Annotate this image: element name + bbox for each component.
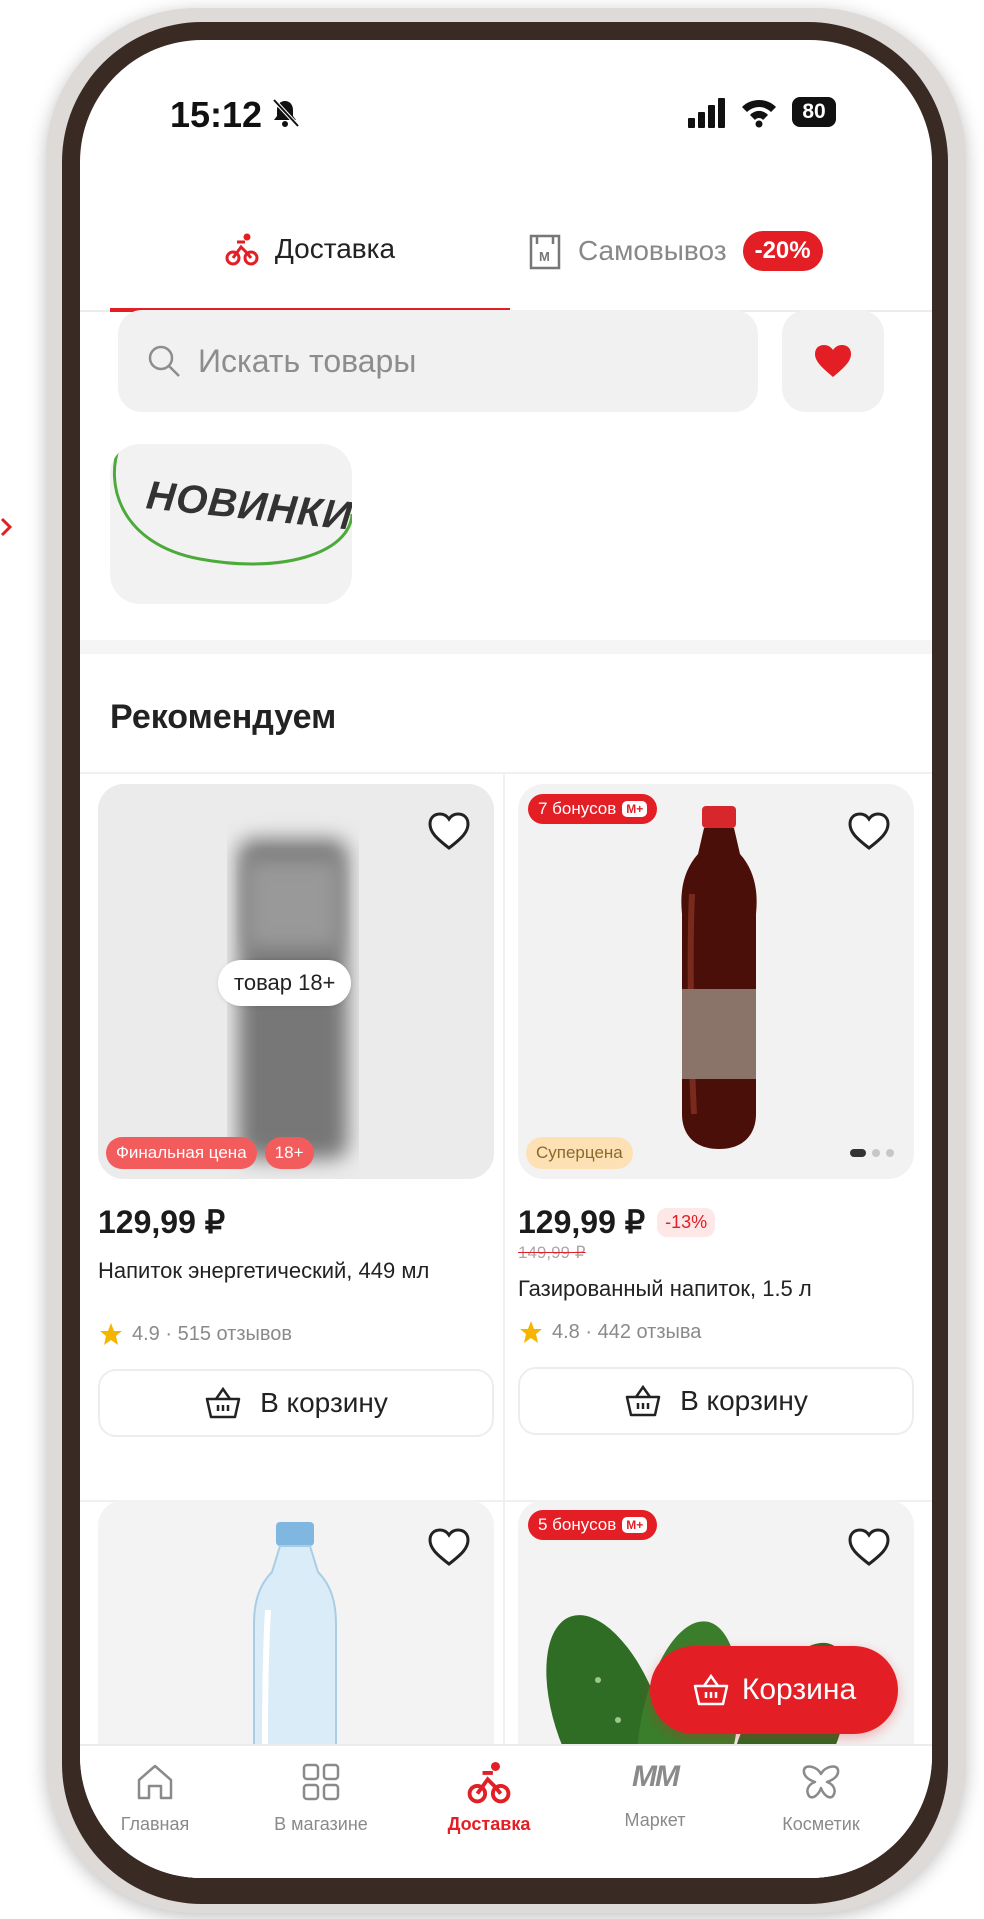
nav-delivery-label: Доставка xyxy=(447,1814,531,1834)
svg-text:M: M xyxy=(539,249,550,264)
nav-home-label: Главная xyxy=(120,1814,190,1834)
signal-icon xyxy=(688,98,725,128)
favorite-heart-icon[interactable] xyxy=(846,1526,892,1568)
product-card-energy-drink[interactable]: товар 18+ Финальная цена 18+ 129,99 ₽ На… xyxy=(98,784,494,1437)
favorite-heart-icon[interactable] xyxy=(846,810,892,852)
product-badges: Финальная цена 18+ xyxy=(106,1137,314,1169)
nav-cosmetics[interactable]: Косметик xyxy=(746,1760,896,1835)
nav-market-label: Маркет xyxy=(624,1810,686,1830)
product-price: 129,99 ₽ xyxy=(98,1203,494,1241)
basket-icon xyxy=(205,1386,241,1419)
add-to-cart-label: В корзину xyxy=(260,1387,388,1418)
star-icon xyxy=(520,1321,542,1343)
price-value: 129,99 ₽ xyxy=(98,1204,226,1240)
super-price-tag: Суперцена xyxy=(526,1137,633,1169)
arrow-icon xyxy=(0,517,13,537)
age-restriction-label: товар 18+ xyxy=(218,960,352,1006)
bonus-badge: 7 бонусов M+ xyxy=(528,794,658,824)
section-divider xyxy=(80,640,932,654)
favorite-heart-icon[interactable] xyxy=(426,810,472,852)
search-placeholder: Искать товары xyxy=(198,342,417,379)
search-icon xyxy=(148,345,180,377)
bonus-text: 7 бонусов xyxy=(538,799,617,818)
product-price: 129,99 ₽ -13% xyxy=(518,1203,914,1241)
favorite-heart-icon[interactable] xyxy=(426,1526,472,1568)
image-carousel-dots[interactable] xyxy=(850,1149,894,1157)
home-icon xyxy=(137,1764,173,1800)
bonus-badge: 5 бонусов M+ xyxy=(528,1510,658,1540)
delivery-mode-tabs: Доставка M Самовывоз -20% xyxy=(80,190,932,312)
cart-button[interactable]: Корзина xyxy=(650,1646,898,1734)
nav-in-store[interactable]: В магазине xyxy=(246,1760,396,1835)
status-time: 15:12 xyxy=(170,94,263,135)
rating-text: 4.8 · 442 отзыва xyxy=(552,1320,702,1343)
product-rating: 4.9 · 515 отзывов xyxy=(98,1321,494,1347)
rating-text: 4.9 · 515 отзывов xyxy=(132,1322,293,1345)
star-icon xyxy=(100,1323,122,1345)
mute-bell-icon xyxy=(272,98,300,128)
price-value: 129,99 ₽ xyxy=(518,1204,646,1240)
add-to-cart-label: В корзину xyxy=(680,1385,808,1416)
bonus-text: 5 бонусов xyxy=(538,1515,617,1534)
tab-delivery-label: Доставка xyxy=(274,233,396,264)
nav-home[interactable]: Главная xyxy=(80,1760,230,1835)
product-image[interactable]: 7 бонусов M+ Суперцена xyxy=(518,784,914,1179)
bag-icon: M xyxy=(529,234,561,270)
basket-icon xyxy=(693,1673,729,1706)
product-card-soda[interactable]: 7 бонусов M+ Суперцена 129,99 ₽ -13% 149… xyxy=(518,784,914,1435)
carousel-dot xyxy=(872,1149,880,1157)
add-to-cart-button[interactable]: В корзину xyxy=(518,1367,914,1435)
heart-filled-icon xyxy=(815,345,851,377)
bike-icon xyxy=(225,233,259,266)
tab-delivery[interactable]: Доставка xyxy=(110,190,510,312)
nav-market[interactable]: MM Маркет xyxy=(580,1760,730,1831)
bike-icon xyxy=(467,1761,511,1804)
grid-divider xyxy=(503,772,505,1872)
final-price-tag: Финальная цена xyxy=(106,1137,257,1169)
wifi-icon xyxy=(742,99,776,128)
old-price: 149,99 ₽ xyxy=(518,1243,586,1262)
carousel-dot-active xyxy=(850,1149,866,1157)
discount-badge: -13% xyxy=(657,1207,716,1237)
m-plus-mark: M+ xyxy=(622,801,648,817)
grid-divider xyxy=(80,772,932,774)
favorites-button[interactable] xyxy=(782,310,884,412)
product-badges: Суперцена xyxy=(526,1137,633,1169)
section-title: Рекомендуем xyxy=(110,698,337,736)
status-bar: 15:12 80 xyxy=(80,40,932,170)
nav-cosmetics-label: Косметик xyxy=(782,1814,860,1834)
product-name: Газированный напиток, 1.5 л xyxy=(518,1276,812,1301)
product-image[interactable]: товар 18+ Финальная цена 18+ xyxy=(98,784,494,1179)
app-screen: 15:12 80 Доставка M Самовывоз -20% Искат… xyxy=(80,40,932,1878)
market-logo: MM xyxy=(632,1760,680,1793)
nav-delivery[interactable]: Доставка xyxy=(414,1760,564,1835)
story-new-items[interactable]: НОВИНКИ xyxy=(110,444,352,604)
cart-button-label: Корзина xyxy=(741,1673,857,1706)
grid-icon xyxy=(302,1763,340,1801)
basket-icon xyxy=(625,1384,661,1417)
butterfly-icon xyxy=(802,1765,840,1799)
product-rating: 4.8 · 442 отзыва xyxy=(518,1319,914,1345)
nav-in-store-label: В магазине xyxy=(274,1814,368,1834)
pickup-discount-badge: -20% xyxy=(742,231,823,271)
add-to-cart-button[interactable]: В корзину xyxy=(98,1369,494,1437)
search-input[interactable]: Искать товары xyxy=(118,310,758,412)
tab-pickup-label: Самовывоз xyxy=(578,235,727,266)
bottom-navigation: Главная В магазине Доставка MM Маркет Ко… xyxy=(80,1744,932,1878)
product-name: Напиток энергетический, 449 мл xyxy=(98,1258,430,1283)
m-plus-mark: M+ xyxy=(622,1517,648,1533)
tab-pickup[interactable]: M Самовывоз -20% xyxy=(528,190,888,312)
battery-indicator: 80 xyxy=(792,97,836,127)
carousel-dot xyxy=(886,1149,894,1157)
age-tag: 18+ xyxy=(264,1137,314,1169)
